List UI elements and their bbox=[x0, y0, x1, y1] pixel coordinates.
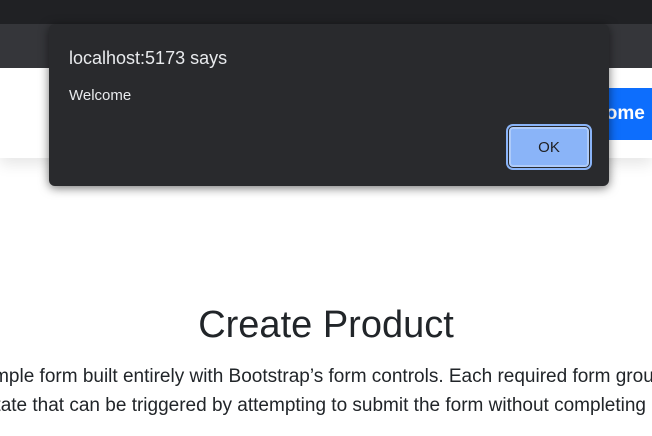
page-description-line: Below is an example form built entirely … bbox=[0, 366, 652, 387]
alert-dialog: localhost:5173 says Welcome OK bbox=[49, 24, 609, 186]
page-description: Below is an example form built entirely … bbox=[0, 362, 652, 420]
alert-dialog-message: Welcome bbox=[69, 87, 132, 104]
page-title: Create Product bbox=[198, 304, 454, 346]
alert-ok-button[interactable]: OK bbox=[508, 126, 590, 168]
alert-dialog-title: localhost:5173 says bbox=[69, 48, 228, 68]
page-description-line: state that can be triggered by attemptin… bbox=[0, 395, 652, 416]
browser-title-bar bbox=[0, 0, 652, 24]
